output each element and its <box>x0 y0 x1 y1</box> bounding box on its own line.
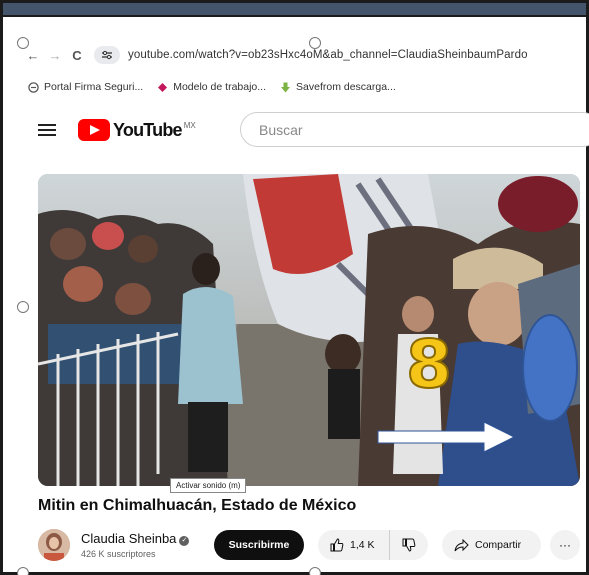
like-button[interactable]: 1,4 K <box>318 530 390 560</box>
mute-tooltip: Activar sonido (m) <box>170 478 247 493</box>
forward-arrow-icon[interactable]: → <box>44 48 66 63</box>
country-code: MX <box>183 121 196 130</box>
verified-check-icon: ✓ <box>179 536 190 546</box>
channel-name[interactable]: Claudia Sheinba ✓ <box>81 531 190 546</box>
resize-handle-middle-left[interactable] <box>17 301 29 313</box>
search-placeholder: Buscar <box>259 121 303 138</box>
bookmarks-bar: Portal Firma Seguri... Modelo de trabajo… <box>28 78 410 96</box>
search-input[interactable]: Buscar <box>240 112 589 147</box>
avatar[interactable] <box>38 529 70 561</box>
share-button[interactable]: Compartir <box>442 530 541 560</box>
blue-marker-ellipse <box>522 314 578 422</box>
video-player[interactable]: 8 <box>38 174 580 486</box>
browser-toolbar: ← → C youtube.com/watch?v=ob23sHxc4oM&ab… <box>22 43 589 67</box>
thumbs-down-icon <box>402 538 416 552</box>
bookmark-label: Portal Firma Seguri... <box>44 81 144 93</box>
share-arrow-icon <box>454 538 469 552</box>
logo-text: YouTube <box>113 119 183 140</box>
youtube-logo[interactable]: YouTube MX <box>78 119 196 141</box>
reload-icon[interactable]: C <box>66 48 88 63</box>
dislike-button[interactable] <box>390 538 428 552</box>
bookmark-savefrom[interactable]: Savefrom descarga... <box>280 81 396 93</box>
share-label: Compartir <box>475 539 522 551</box>
portal-icon <box>28 81 39 93</box>
download-arrow-icon <box>280 82 291 93</box>
more-actions-button[interactable]: ··· <box>550 530 580 560</box>
bookmark-portal[interactable]: Portal Firma Seguri... <box>28 81 143 93</box>
site-settings-icon[interactable] <box>94 46 120 64</box>
youtube-header: YouTube MX Buscar <box>38 112 589 148</box>
thumbs-up-icon <box>330 538 344 552</box>
bookmark-label: Modelo de trabajo... <box>173 81 267 93</box>
bookmark-modelo[interactable]: Modelo de trabajo... <box>157 81 266 93</box>
channel-name-text: Claudia Sheinba <box>81 531 177 546</box>
bookmark-label: Savefrom descarga... <box>296 81 396 93</box>
like-count: 1,4 K <box>350 539 375 551</box>
subscriber-count: 426 K suscriptores <box>81 549 156 559</box>
video-meta-row: Claudia Sheinba ✓ 426 K suscriptores Susc… <box>38 527 589 563</box>
video-title: Mitin en Chimalhuacán, Estado de México <box>38 497 357 514</box>
resize-handle-bottom-left[interactable] <box>17 567 29 575</box>
diamond-icon <box>157 82 168 93</box>
address-bar-url[interactable]: youtube.com/watch?v=ob23sHxc4oM&ab_chann… <box>128 49 528 61</box>
hamburger-menu-icon[interactable] <box>38 124 56 136</box>
like-dislike-group: 1,4 K <box>318 530 428 560</box>
back-arrow-icon[interactable]: ← <box>22 48 44 63</box>
subscribe-button[interactable]: Suscribirme <box>214 530 304 560</box>
youtube-play-icon <box>78 119 110 141</box>
resize-handle-bottom-middle[interactable] <box>309 567 321 575</box>
white-arrow-icon <box>377 421 516 453</box>
overlay-number: 8 <box>405 326 453 403</box>
